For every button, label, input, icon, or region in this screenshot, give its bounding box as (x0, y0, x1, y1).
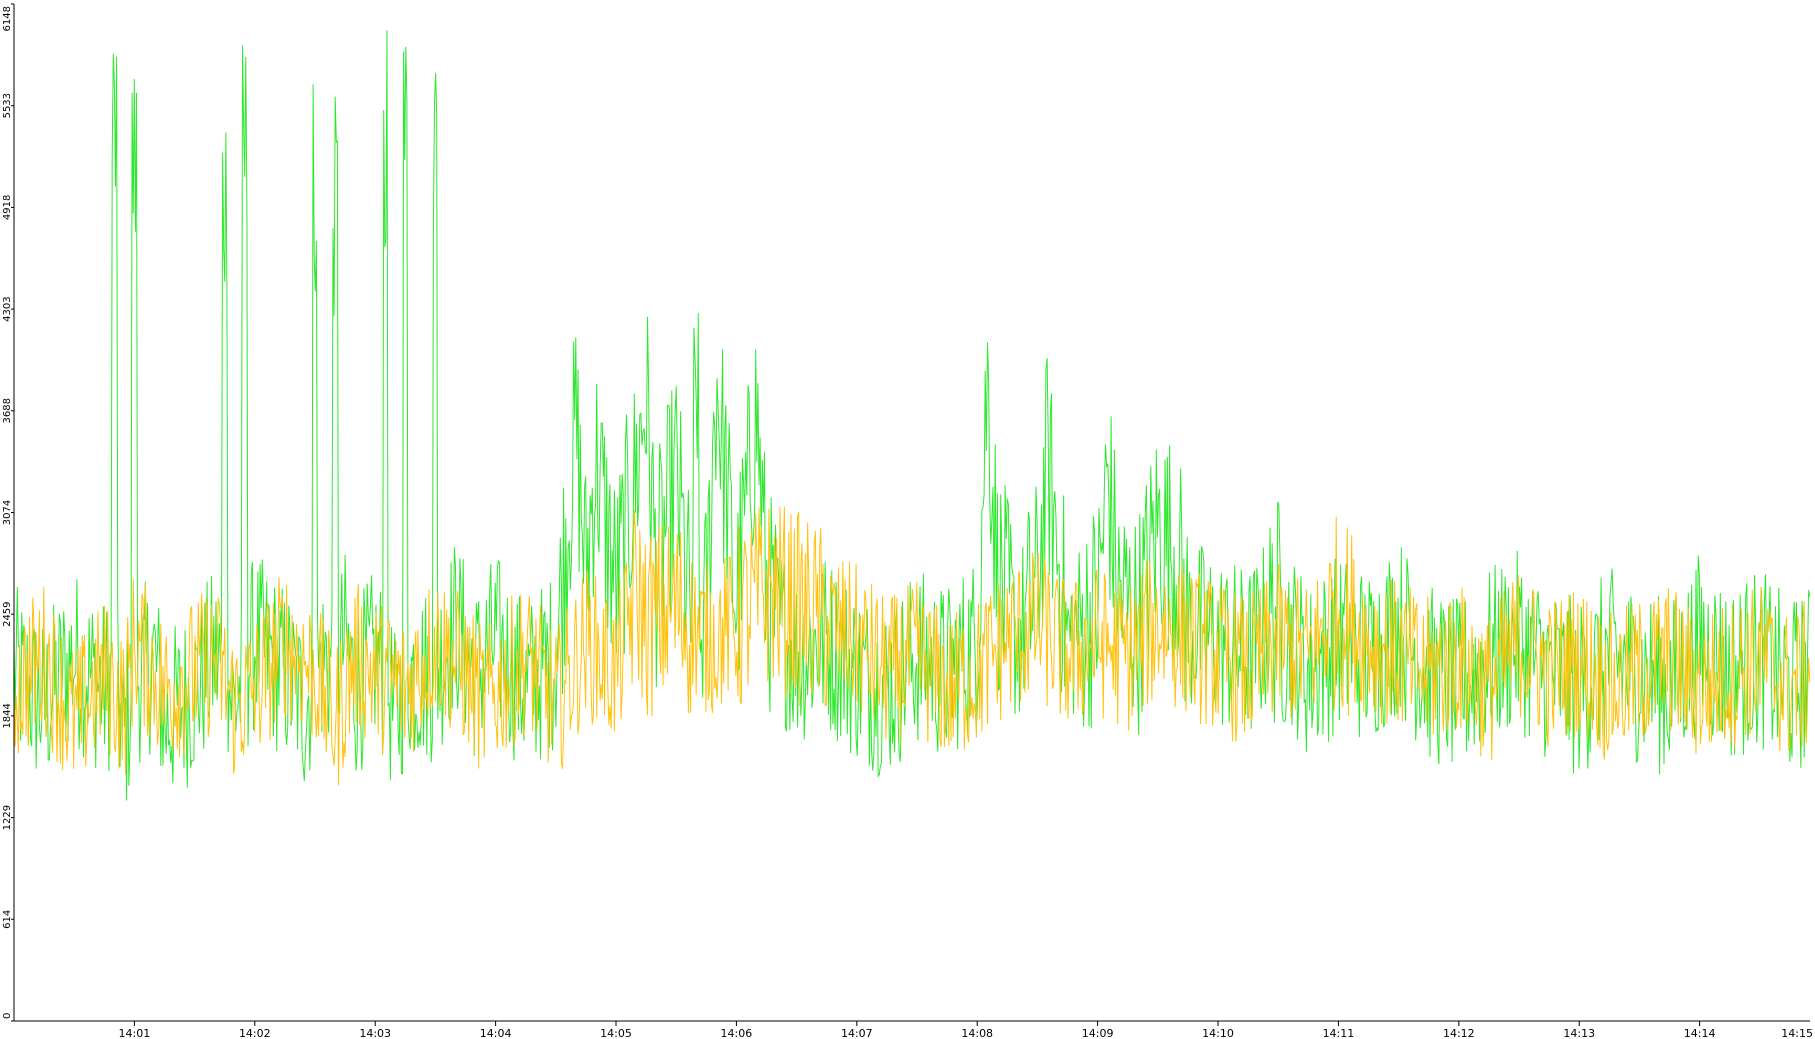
y-tick-label: 3688 (2, 398, 13, 423)
x-tick-label: 14:05 (600, 1027, 632, 1039)
y-tick-label: 3074 (2, 500, 13, 525)
y-tick-label: 4918 (2, 195, 13, 220)
y-tick-label: 1229 (2, 805, 13, 830)
x-tick-label: 14:14 (1684, 1027, 1716, 1039)
x-tick-label: 14:01 (119, 1027, 151, 1039)
x-tick-label: 14:04 (480, 1027, 512, 1039)
plot-background (0, 0, 1815, 1039)
x-tick-label: 14:06 (721, 1027, 753, 1039)
y-tick-label: 5533 (2, 93, 13, 118)
x-tick-label: 14:15 (1781, 1027, 1813, 1039)
x-tick-label: 14:13 (1563, 1027, 1595, 1039)
x-tick-label: 14:10 (1202, 1027, 1234, 1039)
y-tick-label: 1844 (2, 703, 13, 728)
y-tick-label: 6148 (2, 6, 13, 31)
x-tick-label: 14:12 (1443, 1027, 1475, 1039)
y-tick-label: 0 (2, 1013, 13, 1019)
y-tick-label: 2459 (2, 601, 13, 626)
x-tick-label: 14:02 (239, 1027, 271, 1039)
y-tick-label: 614 (2, 910, 13, 929)
x-tick-label: 14:03 (359, 1027, 391, 1039)
x-tick-label: 14:07 (841, 1027, 873, 1039)
chart: 0 614 1229 1844 2459 3074 3688 4303 4918 5533 6148… (0, 0, 1815, 1039)
x-tick-label: 14:08 (961, 1027, 993, 1039)
x-tick-label: 14:09 (1082, 1027, 1114, 1039)
x-tick-label: 14:11 (1323, 1027, 1355, 1039)
y-tick-label: 4303 (2, 296, 13, 321)
